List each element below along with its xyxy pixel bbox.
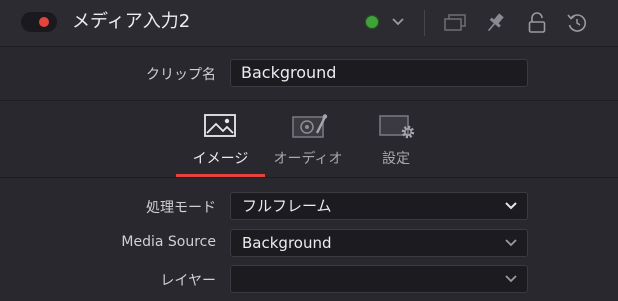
status-dot-icon[interactable] — [365, 15, 379, 29]
tab-settings[interactable]: 設定 — [352, 101, 440, 177]
inspector-header: メディア入力2 — [0, 0, 618, 47]
tab-image[interactable]: イメージ — [176, 101, 265, 177]
node-title: メディア入力2 — [72, 11, 191, 32]
media-source-label: Media Source — [121, 234, 216, 250]
audio-icon — [292, 114, 328, 138]
clip-name-field[interactable]: Background — [230, 59, 528, 87]
chevron-down-icon — [505, 275, 517, 283]
lock-icon[interactable] — [527, 11, 547, 35]
pin-icon[interactable] — [484, 11, 506, 35]
tab-audio-label: オーディオ — [273, 151, 343, 167]
inspector-tabs: イメージ オーディオ 設定 — [0, 101, 618, 178]
tab-image-label: イメージ — [192, 151, 249, 167]
processing-mode-label: 処理モード — [146, 200, 216, 216]
media-source-value: Background — [242, 234, 332, 252]
reset-icon[interactable] — [566, 12, 588, 34]
image-icon — [204, 114, 236, 137]
media-source-select[interactable]: Background — [230, 229, 528, 257]
chevron-down-icon — [505, 239, 517, 247]
header-divider — [424, 10, 425, 36]
tab-settings-label: 設定 — [382, 151, 410, 167]
chevron-down-icon[interactable] — [391, 16, 405, 28]
processing-mode-value: フルフレーム — [242, 197, 332, 215]
processing-mode-select[interactable]: フルフレーム — [230, 192, 528, 220]
tab-audio[interactable]: オーディオ — [265, 101, 351, 177]
active-tab-indicator — [176, 174, 265, 177]
clip-name-label: クリップ名 — [146, 67, 216, 83]
copy-icon[interactable] — [443, 13, 467, 33]
chevron-down-icon — [505, 202, 517, 210]
node-enable-toggle[interactable] — [21, 12, 57, 32]
toggle-knob — [39, 17, 49, 27]
layer-label: レイヤー — [160, 273, 216, 289]
layer-select[interactable] — [230, 265, 528, 293]
clip-name-row: クリップ名 Background — [0, 47, 618, 101]
settings-icon — [379, 115, 415, 139]
